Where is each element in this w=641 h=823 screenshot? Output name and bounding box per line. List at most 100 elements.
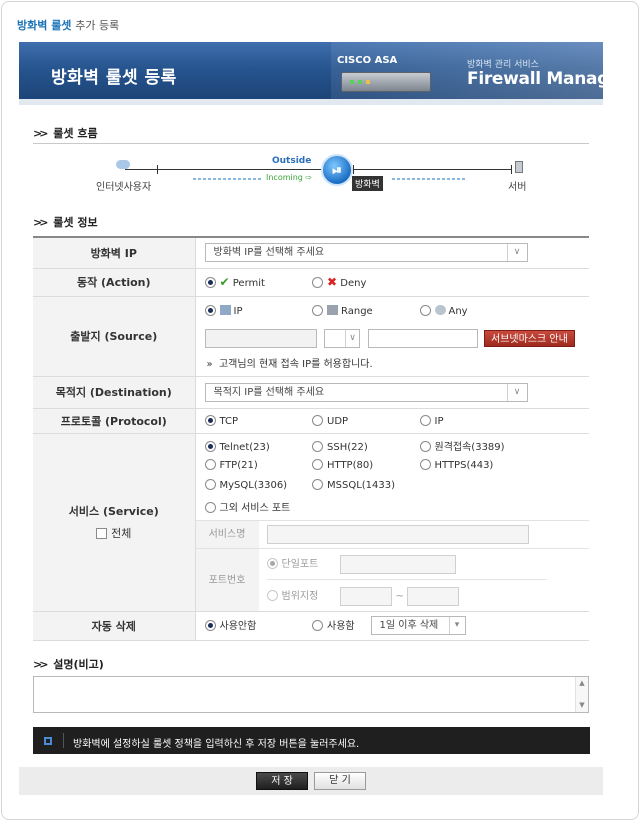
auto-delete-on-radio[interactable] bbox=[312, 619, 323, 631]
single-port-option[interactable]: 단일포트 bbox=[266, 555, 337, 570]
other-port-option[interactable]: 그외 서비스 포트 bbox=[204, 499, 290, 514]
destination-select[interactable]: 목적지 IP를 선택해 주세요 ∨ bbox=[204, 382, 528, 402]
single-port-input[interactable] bbox=[340, 554, 456, 574]
source-range-radio[interactable] bbox=[312, 305, 323, 316]
service-option[interactable]: FTP(21) bbox=[204, 458, 309, 471]
tcp-radio[interactable] bbox=[204, 415, 216, 426]
udp-radio[interactable] bbox=[312, 415, 323, 426]
permit-radio[interactable] bbox=[204, 277, 216, 288]
firewall-ip-select-text: 방화벽 IP를 선택해 주세요 bbox=[213, 247, 325, 259]
range-port-start-input[interactable] bbox=[340, 586, 392, 606]
ip-radio[interactable] bbox=[419, 415, 431, 426]
service-radio[interactable] bbox=[312, 458, 323, 470]
firewall-device-image bbox=[341, 72, 431, 92]
auto-delete-period-text: 1일 이후 삭제 bbox=[379, 620, 439, 631]
service-name-input[interactable] bbox=[266, 524, 529, 544]
auto-delete-on-label: 사용함 bbox=[327, 620, 355, 632]
service-option[interactable]: MSSQL(1433) bbox=[312, 478, 396, 491]
description-textarea[interactable]: ▲ ▼ bbox=[33, 676, 589, 713]
destination-label: 목적지 (Destination) bbox=[33, 376, 196, 409]
service-option-label: HTTPS(443) bbox=[434, 459, 494, 471]
device-label: CISCO ASA bbox=[337, 55, 398, 66]
service-option-label: HTTP(80) bbox=[327, 459, 374, 471]
source-hint: » 고객님의 현재 접속 IP를 허용합니다. bbox=[205, 355, 590, 370]
firewall-tag: 방화벽 bbox=[352, 176, 383, 191]
page-title: 방화벽 룰셋 등록 bbox=[51, 68, 177, 88]
action-deny-option[interactable]: ✖ Deny bbox=[312, 275, 366, 289]
service-option-label: FTP(21) bbox=[219, 459, 258, 471]
range-port-option[interactable]: 범위지정 bbox=[266, 587, 337, 602]
protocol-label: 프로토콜 (Protocol) bbox=[33, 408, 196, 434]
service-radio[interactable] bbox=[204, 478, 216, 490]
scroll-down-icon[interactable]: ▼ bbox=[576, 699, 588, 711]
firewall-icon: ⏯ bbox=[321, 154, 353, 186]
action-permit-option[interactable]: ✔ Permit bbox=[204, 275, 309, 289]
service-option[interactable]: MySQL(3306) bbox=[204, 478, 309, 491]
service-option[interactable]: Telnet(23) bbox=[204, 440, 309, 453]
source-mask-select[interactable]: ∨ bbox=[324, 329, 360, 348]
service-all-option[interactable]: 전체 bbox=[33, 525, 195, 541]
description-section-label: 설명(비고) bbox=[53, 658, 104, 671]
service-option-label: MSSQL(1433) bbox=[327, 479, 396, 491]
ruleset-form: 방화벽 IP 방화벽 IP를 선택해 주세요 ∨ 동작 (Action) ✔ P… bbox=[33, 236, 589, 641]
auto-delete-off-radio[interactable] bbox=[204, 619, 216, 631]
source-any-option[interactable]: Any bbox=[419, 305, 468, 317]
service-option[interactable]: 원격접속(3389) bbox=[419, 438, 505, 453]
range-separator: ~ bbox=[395, 591, 404, 602]
source-range-option[interactable]: Range bbox=[312, 305, 416, 317]
service-radio[interactable] bbox=[204, 440, 216, 452]
service-all-label: 전체 bbox=[111, 527, 132, 540]
service-option-label: MySQL(3306) bbox=[219, 479, 288, 491]
range-port-end-input[interactable] bbox=[407, 586, 460, 606]
service-radio[interactable] bbox=[419, 458, 431, 470]
scroll-up-icon[interactable]: ▲ bbox=[576, 677, 588, 689]
tcp-label: TCP bbox=[219, 416, 239, 427]
auto-delete-on-option[interactable]: 사용함 bbox=[312, 617, 367, 632]
chevron-down-icon: ▾ bbox=[448, 617, 465, 634]
close-button[interactable]: 닫 기 bbox=[314, 772, 366, 790]
service-option[interactable]: HTTPS(443) bbox=[419, 458, 494, 471]
firewall-ip-label: 방화벽 IP bbox=[33, 237, 196, 269]
service-radio[interactable] bbox=[204, 458, 216, 470]
save-button[interactable]: 저 장 bbox=[256, 772, 308, 790]
service-option[interactable]: HTTP(80) bbox=[312, 458, 416, 471]
deny-radio[interactable] bbox=[312, 277, 323, 288]
cloud-icon bbox=[434, 305, 446, 315]
source-label: 출발지 (Source) bbox=[33, 296, 196, 377]
deny-label: Deny bbox=[340, 278, 367, 289]
single-port-radio[interactable] bbox=[266, 558, 278, 569]
firewall-ip-select[interactable]: 방화벽 IP를 선택해 주세요 ∨ bbox=[204, 243, 528, 263]
flow-section-label: 룰셋 흐름 bbox=[53, 127, 98, 140]
range-port-radio[interactable] bbox=[266, 590, 278, 601]
subnet-mask-guide-button[interactable]: 서브넷마스크 안내 bbox=[484, 330, 575, 347]
row-action: 동작 (Action) ✔ Permit ✖ Deny bbox=[33, 268, 589, 297]
auto-delete-label: 자동 삭제 bbox=[33, 611, 196, 641]
breadcrumb: 방화벽 룰셋 추가 등록 bbox=[17, 17, 119, 33]
source-ip-option[interactable]: IP bbox=[204, 305, 309, 317]
auto-delete-period-select[interactable]: 1일 이후 삭제 ▾ bbox=[370, 616, 466, 635]
internet-user-label: 인터넷사용자 bbox=[96, 182, 152, 193]
source-any-label: Any bbox=[448, 306, 468, 317]
service-radio[interactable] bbox=[312, 440, 323, 452]
source-any-radio[interactable] bbox=[419, 305, 431, 316]
service-all-checkbox[interactable] bbox=[96, 528, 108, 539]
scrollbar[interactable]: ▲ ▼ bbox=[575, 677, 588, 712]
service-radio[interactable] bbox=[312, 478, 323, 490]
service-radio[interactable] bbox=[419, 440, 431, 452]
ip-label: IP bbox=[434, 416, 444, 427]
udp-label: UDP bbox=[327, 416, 349, 427]
source-ip-input[interactable] bbox=[204, 329, 317, 348]
protocol-ip-option[interactable]: IP bbox=[419, 415, 444, 427]
auto-delete-off-option[interactable]: 사용안함 bbox=[204, 617, 309, 632]
chevron-icon: >> bbox=[33, 216, 49, 229]
other-port-radio[interactable] bbox=[204, 501, 216, 513]
row-auto-delete: 자동 삭제 사용안함 사용함 1일 이후 삭제 ▾ bbox=[33, 611, 589, 641]
service-option[interactable]: SSH(22) bbox=[312, 440, 416, 453]
source-ip-radio[interactable] bbox=[204, 305, 216, 316]
protocol-tcp-option[interactable]: TCP bbox=[204, 415, 309, 427]
flow-line bbox=[125, 169, 325, 170]
destination-select-text: 목적지 IP를 선택해 주세요 bbox=[213, 386, 325, 398]
range-port-label: 범위지정 bbox=[281, 591, 319, 602]
protocol-udp-option[interactable]: UDP bbox=[312, 415, 416, 427]
source-extra-input[interactable] bbox=[367, 329, 478, 348]
